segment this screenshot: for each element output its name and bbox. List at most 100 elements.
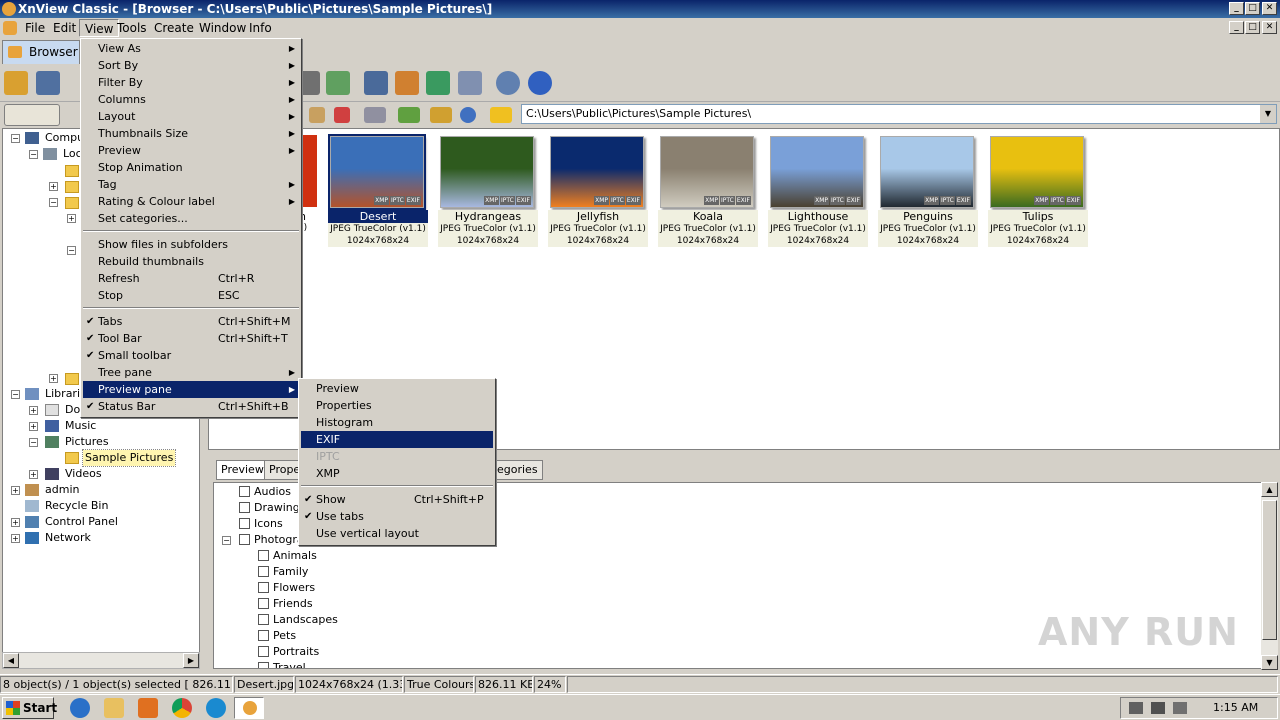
volume-icon[interactable] bbox=[1129, 702, 1143, 714]
edit-icon[interactable] bbox=[309, 107, 325, 123]
tree-item-music[interactable]: Music bbox=[65, 418, 96, 434]
thumbnail-item[interactable]: XMP IPTC EXIF Desert JPEG TrueColor (v1.1) 10… bbox=[328, 134, 428, 247]
category-checkbox[interactable] bbox=[239, 518, 250, 529]
child-restore-button[interactable]: □ bbox=[1245, 21, 1260, 34]
chrome-icon[interactable] bbox=[172, 698, 192, 718]
thumbnail-item[interactable]: XMP IPTC EXIF Hydrangeas JPEG TrueColor (v1.… bbox=[438, 134, 538, 247]
menu-item-preview[interactable]: Preview bbox=[301, 380, 493, 397]
category-checkbox[interactable] bbox=[239, 486, 250, 497]
menu-item-columns[interactable]: Columns ▶ bbox=[83, 91, 299, 108]
category-label[interactable]: Icons bbox=[254, 516, 283, 532]
scroll-left-icon[interactable]: ◀ bbox=[3, 653, 19, 668]
expand-toggle[interactable]: + bbox=[29, 406, 38, 415]
menu-item-stop[interactable]: Stop ESC bbox=[83, 287, 299, 304]
category-checkbox[interactable] bbox=[258, 646, 269, 657]
scroll-right-icon[interactable]: ▶ bbox=[183, 653, 199, 668]
child-close-button[interactable]: ✕ bbox=[1262, 21, 1277, 34]
partial-thumbnail[interactable] bbox=[301, 135, 317, 207]
category-checkbox[interactable] bbox=[239, 534, 250, 545]
tree-item-pictures[interactable]: Pictures bbox=[65, 434, 109, 450]
thumbnail-item[interactable]: XMP IPTC EXIF Jellyfish JPEG TrueColor (v1.1… bbox=[548, 134, 648, 247]
close-button[interactable]: ✕ bbox=[1262, 2, 1277, 15]
menu-info[interactable]: Info bbox=[244, 19, 277, 37]
thumbnail-image[interactable]: XMP IPTC EXIF bbox=[550, 136, 644, 208]
category-checkbox[interactable] bbox=[258, 598, 269, 609]
category-checkbox[interactable] bbox=[258, 630, 269, 641]
child-window-icon[interactable] bbox=[3, 21, 17, 35]
thumbnail-image[interactable]: XMP IPTC EXIF bbox=[328, 134, 426, 210]
menu-item-histogram[interactable]: Histogram bbox=[301, 414, 493, 431]
child-minimize-button[interactable]: _ bbox=[1229, 21, 1244, 34]
menu-item-tag[interactable]: Tag ▶ bbox=[83, 176, 299, 193]
contact-sheet-icon[interactable] bbox=[458, 71, 482, 95]
scroll-down-icon[interactable]: ▼ bbox=[1261, 655, 1278, 670]
expand-toggle[interactable]: + bbox=[11, 518, 20, 527]
tree-item-network[interactable]: Network bbox=[45, 530, 91, 546]
categories-vertical-scrollbar[interactable]: ▲ ▼ bbox=[1261, 482, 1278, 670]
xnview-task-button[interactable] bbox=[234, 697, 264, 719]
settings-gear-icon[interactable] bbox=[496, 71, 520, 95]
edge-icon[interactable] bbox=[206, 698, 226, 718]
thumbnail-image[interactable]: XMP IPTC EXIF bbox=[880, 136, 974, 208]
expand-toggle[interactable]: + bbox=[49, 182, 58, 191]
menu-item-view-as[interactable]: View As ▶ bbox=[83, 40, 299, 57]
menu-item-properties[interactable]: Properties bbox=[301, 397, 493, 414]
expand-toggle[interactable]: + bbox=[29, 422, 38, 431]
menu-item-sort-by[interactable]: Sort By ▶ bbox=[83, 57, 299, 74]
thumbnail-image[interactable]: XMP IPTC EXIF bbox=[770, 136, 864, 208]
tree-item-local-disk[interactable]: Loc bbox=[63, 146, 82, 162]
web-icon[interactable] bbox=[426, 71, 450, 95]
category-label[interactable]: Travel bbox=[273, 660, 306, 668]
minimize-button[interactable]: _ bbox=[1229, 2, 1244, 15]
menu-item-tree-pane[interactable]: Tree pane ▶ bbox=[83, 364, 299, 381]
expand-toggle[interactable]: − bbox=[29, 438, 38, 447]
menu-item-tabs[interactable]: ✔ Tabs Ctrl+Shift+M bbox=[83, 313, 299, 330]
expand-toggle[interactable]: + bbox=[67, 214, 76, 223]
menu-item-use-vertical-layout[interactable]: Use vertical layout bbox=[301, 525, 493, 542]
category-checkbox[interactable] bbox=[258, 614, 269, 625]
tab-categories[interactable]: egories bbox=[490, 460, 543, 480]
expand-toggle[interactable]: − bbox=[49, 198, 58, 207]
menu-item-preview[interactable]: Preview ▶ bbox=[83, 142, 299, 159]
tab-preview[interactable]: Preview bbox=[216, 460, 269, 480]
menu-item-filter-by[interactable]: Filter By ▶ bbox=[83, 74, 299, 91]
explorer-icon[interactable] bbox=[104, 698, 124, 718]
menu-window[interactable]: Window bbox=[194, 19, 251, 37]
category-label[interactable]: Flowers bbox=[273, 580, 315, 596]
open-icon[interactable] bbox=[4, 71, 28, 95]
tree-item-recycle-bin[interactable]: Recycle Bin bbox=[45, 498, 108, 514]
category-label[interactable]: Animals bbox=[273, 548, 317, 564]
sort-icon[interactable] bbox=[398, 107, 420, 123]
slideshow-icon[interactable] bbox=[326, 71, 350, 95]
expand-toggle[interactable]: + bbox=[49, 374, 58, 383]
clock[interactable]: 1:15 AM bbox=[1213, 698, 1258, 718]
menu-item-exif[interactable]: EXIF bbox=[301, 431, 493, 448]
capture-icon[interactable] bbox=[364, 71, 388, 95]
fullscreen-icon[interactable] bbox=[36, 71, 60, 95]
menu-tools[interactable]: Tools bbox=[112, 19, 152, 37]
tree-item-computer[interactable]: Compu bbox=[45, 130, 84, 146]
scroll-thumb[interactable] bbox=[1262, 500, 1277, 640]
menu-file[interactable]: File bbox=[20, 19, 50, 37]
menu-item-small-toolbar[interactable]: ✔ Small toolbar bbox=[83, 347, 299, 364]
category-checkbox[interactable] bbox=[258, 566, 269, 577]
network-tray-icon[interactable] bbox=[1151, 702, 1165, 714]
tree-item-documents[interactable]: Do bbox=[65, 402, 80, 418]
category-label[interactable]: Family bbox=[273, 564, 308, 580]
category-label[interactable]: Friends bbox=[273, 596, 313, 612]
category-checkbox[interactable] bbox=[239, 502, 250, 513]
menu-item-iptc[interactable]: IPTC bbox=[301, 448, 493, 465]
menu-item-thumbnails-size[interactable]: Thumbnails Size ▶ bbox=[83, 125, 299, 142]
ie-icon[interactable] bbox=[70, 698, 90, 718]
tree-item-control-panel[interactable]: Control Panel bbox=[45, 514, 118, 530]
address-bar[interactable]: C:\Users\Public\Pictures\Sample Pictures… bbox=[521, 104, 1277, 124]
wallpaper-icon[interactable] bbox=[395, 71, 419, 95]
start-button[interactable]: Start bbox=[2, 697, 57, 719]
folder-view-button[interactable] bbox=[4, 104, 60, 126]
menu-item-layout[interactable]: Layout ▶ bbox=[83, 108, 299, 125]
menu-item-preview-pane[interactable]: Preview pane ▶ bbox=[83, 381, 299, 398]
media-player-icon[interactable] bbox=[138, 698, 158, 718]
refresh-icon[interactable] bbox=[460, 107, 476, 123]
thumbnail-image[interactable]: XMP IPTC EXIF bbox=[990, 136, 1084, 208]
category-label[interactable]: Photogra bbox=[254, 532, 304, 548]
